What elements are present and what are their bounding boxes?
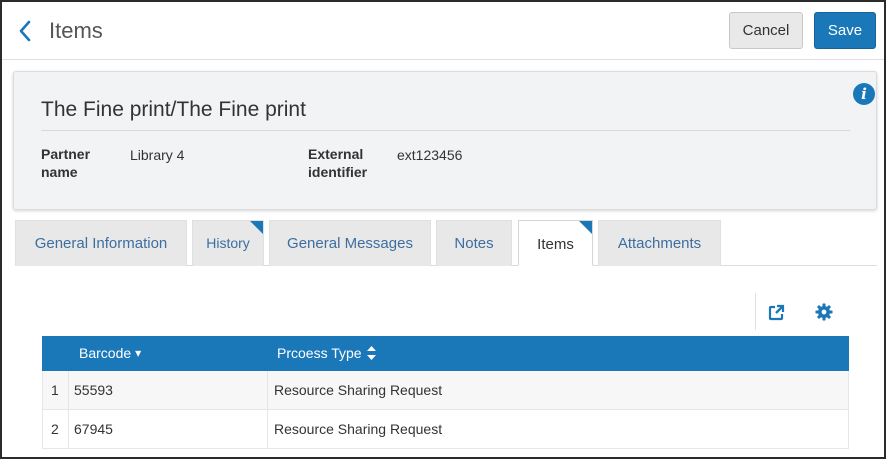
tab-label: General Information <box>34 235 168 252</box>
table-row[interactable]: 1 55593 Resource Sharing Request <box>42 371 849 410</box>
summary-divider <box>41 130 850 131</box>
sort-desc-icon: ▾ <box>135 346 142 360</box>
column-divider <box>68 371 69 409</box>
column-header-process-type[interactable]: Prcoess Type <box>277 345 376 361</box>
tab-general-information[interactable]: General Information <box>15 220 187 266</box>
info-icon[interactable]: i <box>853 83 875 105</box>
process-type-cell: Resource Sharing Request <box>274 382 443 398</box>
partner-label-line2: name <box>41 164 78 180</box>
chevron-left-icon <box>19 20 31 42</box>
external-label-line1: External <box>308 146 364 162</box>
partner-name-label: Partner name <box>41 145 90 181</box>
table-header: Barcode ▾ Prcoess Type <box>42 336 849 371</box>
column-header-barcode[interactable]: Barcode ▾ <box>79 345 141 361</box>
tab-attachments[interactable]: Attachments <box>598 220 721 266</box>
tab-label: Items <box>537 236 574 253</box>
tab-general-messages[interactable]: General Messages <box>269 220 431 266</box>
sort-icon <box>366 346 376 360</box>
record-title: The Fine print/The Fine print <box>41 98 306 121</box>
app-window: Items Cancel Save The Fine print/The Fin… <box>0 0 886 459</box>
partner-label-line1: Partner <box>41 146 91 162</box>
tab-label: General Messages <box>287 235 413 252</box>
partner-name-value: Library 4 <box>130 147 185 163</box>
save-button[interactable]: Save <box>814 12 876 49</box>
back-button[interactable] <box>14 17 36 45</box>
items-table: Barcode ▾ Prcoess Type 1 55593 Resource … <box>42 336 849 449</box>
page-title: Items <box>49 18 103 43</box>
page-header: Items Cancel Save <box>2 2 884 60</box>
tab-label: Notes <box>454 235 494 252</box>
table-settings-button[interactable] <box>814 302 834 322</box>
tab-indicator-icon <box>250 221 263 234</box>
barcode-cell: 67945 <box>74 421 113 437</box>
tab-notes[interactable]: Notes <box>436 220 512 266</box>
column-divider <box>68 410 69 448</box>
process-type-cell: Resource Sharing Request <box>274 421 443 437</box>
tab-label: Attachments <box>617 235 702 252</box>
record-summary-panel: The Fine print/The Fine print i Partner … <box>13 71 877 210</box>
external-label-line2: identifier <box>308 164 368 180</box>
external-identifier-value: ext123456 <box>397 147 463 163</box>
column-label: Barcode <box>79 345 132 361</box>
export-button[interactable] <box>766 302 786 322</box>
external-identifier-label: External identifier <box>308 145 367 181</box>
gear-icon <box>815 303 833 321</box>
table-row[interactable]: 2 67945 Resource Sharing Request <box>42 410 849 449</box>
external-link-icon <box>768 304 784 320</box>
column-divider <box>267 410 268 448</box>
tab-label: History <box>206 235 250 251</box>
tab-history[interactable]: History <box>192 220 264 266</box>
column-divider <box>267 371 268 409</box>
tab-items[interactable]: Items <box>518 220 593 266</box>
column-label: Prcoess Type <box>277 345 362 361</box>
toolbar-divider <box>755 293 756 330</box>
row-index: 2 <box>51 421 59 437</box>
barcode-cell: 55593 <box>74 382 113 398</box>
tab-indicator-icon <box>579 221 592 234</box>
cancel-button[interactable]: Cancel <box>729 12 803 49</box>
row-index: 1 <box>51 382 59 398</box>
